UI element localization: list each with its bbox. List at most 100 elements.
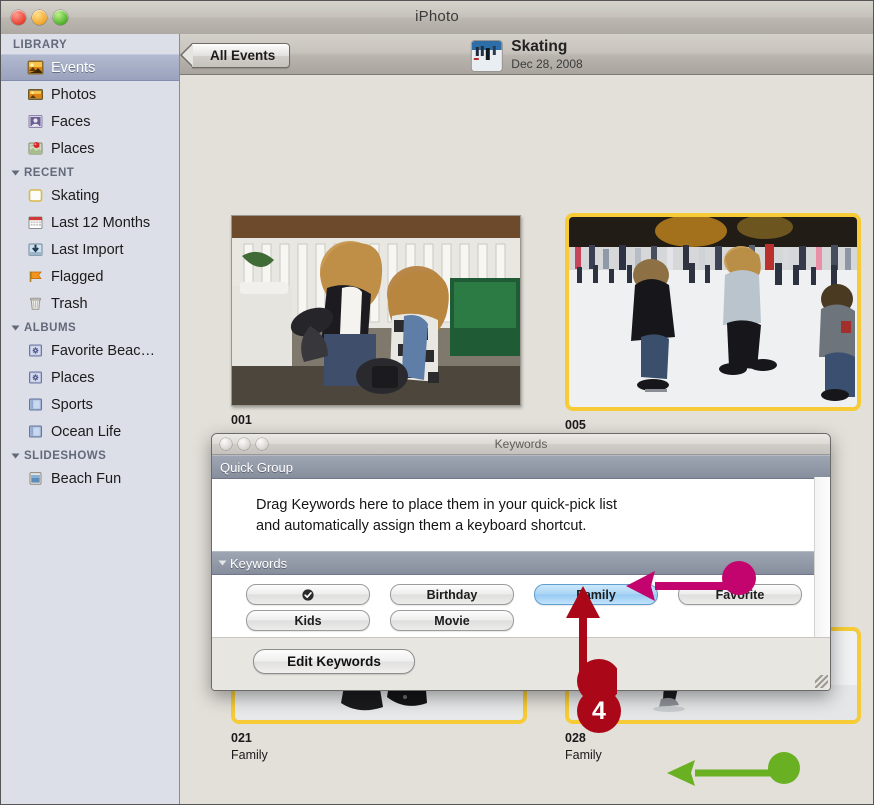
keyword-button-kids[interactable]: Kids (246, 610, 370, 631)
chevron-down-icon (11, 170, 20, 176)
keywords-dialog-title: Keywords (494, 437, 548, 451)
quick-group-instructions-line1: Drag Keywords here to place them in your… (256, 497, 618, 513)
sidebar-item-label: Favorite Beac… (51, 342, 155, 359)
sidebar-item-label: Skating (51, 187, 100, 204)
sidebar-item-trash[interactable]: Trash (1, 290, 179, 317)
photos-icon (27, 86, 44, 103)
slideshow-icon (27, 470, 44, 487)
sidebar-section-albums[interactable]: ALBUMS (1, 317, 179, 337)
sidebar-item-label: Photos (51, 86, 97, 103)
sidebar-item-sports[interactable]: Sports (1, 391, 179, 418)
sidebar-section-label: ALBUMS (24, 322, 77, 334)
chevron-down-icon (11, 325, 20, 331)
photo-number: 005 (565, 418, 586, 432)
sidebar-section-recent[interactable]: RECENT (1, 162, 179, 182)
keywords-scrollbar[interactable] (814, 477, 830, 637)
keywords-dialog-body: Quick Group Drag Keywords here to place … (212, 455, 830, 690)
keyword-label: Birthday (426, 587, 478, 602)
places-icon (27, 140, 44, 157)
photo-thumbnail[interactable] (565, 213, 861, 411)
keyword-label: Favorite (715, 587, 765, 602)
all-events-button[interactable]: All Events (179, 43, 291, 68)
calendar-icon (27, 214, 44, 231)
sidebar-item-flagged[interactable]: Flagged (1, 263, 179, 290)
iphoto-window: iPhoto LIBRARY Events Photos Faces Place… (0, 0, 874, 805)
keyword-label: Kids (294, 613, 322, 628)
photo-number: 028 (565, 731, 586, 745)
sidebar-item-label: Events (51, 59, 96, 76)
trash-icon (27, 295, 44, 312)
step-number-label: 4 (592, 696, 606, 725)
smart-album-icon (27, 342, 44, 359)
events-icon (27, 59, 44, 76)
sidebar-item-label: Trash (51, 295, 88, 312)
sidebar-item-label: Ocean Life (51, 423, 122, 440)
keywords-dialog-titlebar: Keywords (212, 434, 830, 455)
sidebar-item-events[interactable]: Events (1, 54, 179, 81)
keywords-group-label: Keywords (230, 555, 288, 571)
keywords-dialog[interactable]: Keywords Quick Group Drag Keywords here … (211, 433, 831, 691)
event-thumbnail (470, 39, 503, 72)
event-toolbar: All Events Skating Dec 28, 2008 (179, 34, 873, 75)
resize-grip[interactable] (815, 675, 828, 688)
keyword-label: Family (576, 587, 616, 602)
keyword-button-favorite[interactable]: Favorite (678, 584, 802, 605)
sidebar-item-favorite-beaches[interactable]: Favorite Beac… (1, 337, 179, 364)
photo-thumbnail[interactable] (231, 215, 521, 406)
sidebar-item-places[interactable]: Places (1, 135, 179, 162)
sidebar-item-last-12-months[interactable]: Last 12 Months (1, 209, 179, 236)
sidebar-item-skating[interactable]: Skating (1, 182, 179, 209)
import-icon (27, 241, 44, 258)
sidebar-section-library: LIBRARY (1, 34, 179, 54)
chevron-down-icon (218, 560, 227, 566)
sidebar-section-slideshows[interactable]: SLIDESHOWS (1, 445, 179, 465)
sidebar-item-photos[interactable]: Photos (1, 81, 179, 108)
sidebar-item-places-album[interactable]: Places (1, 364, 179, 391)
event-date: Dec 28, 2008 (511, 57, 583, 71)
all-events-label: All Events (210, 48, 276, 63)
step-number-badge: 4 (577, 689, 621, 733)
sidebar-item-label: Beach Fun (51, 470, 122, 487)
checkmark-icon (302, 588, 314, 601)
sidebar-item-label: Faces (51, 113, 91, 130)
flag-icon (27, 268, 44, 285)
keywords-group-header[interactable]: Keywords (212, 551, 830, 575)
quick-group-label: Quick Group (220, 459, 293, 475)
window-titlebar: iPhoto (1, 1, 873, 35)
sidebar-section-label: RECENT (24, 167, 75, 179)
photo-keyword: Family (565, 748, 602, 762)
faces-icon (27, 113, 44, 130)
library-sidebar[interactable]: LIBRARY Events Photos Faces Places RECEN… (1, 34, 180, 804)
keyword-button-movie[interactable]: Movie (390, 610, 514, 631)
sidebar-item-faces[interactable]: Faces (1, 108, 179, 135)
sidebar-section-label: SLIDESHOWS (24, 450, 107, 462)
edit-keywords-button[interactable]: Edit Keywords (253, 649, 415, 674)
event-title: Skating (511, 38, 568, 55)
keyword-label: Movie (434, 613, 470, 628)
sidebar-item-label: Places (51, 140, 95, 157)
quick-group-header[interactable]: Quick Group (212, 455, 830, 479)
sidebar-item-last-import[interactable]: Last Import (1, 236, 179, 263)
chevron-down-icon (11, 453, 20, 459)
sidebar-item-label: Last Import (51, 241, 124, 258)
keyword-button-family[interactable]: Family (534, 584, 658, 605)
window-title: iPhoto (415, 8, 459, 25)
sidebar-item-label: Sports (51, 396, 93, 413)
event-header: Skating Dec 28, 2008 (470, 38, 583, 72)
photo-number: 001 (231, 413, 252, 427)
photo-cell-005[interactable]: 005 Family (565, 213, 861, 449)
sidebar-section-label: LIBRARY (13, 39, 68, 51)
edit-keywords-label: Edit Keywords (287, 654, 381, 669)
album-icon (27, 396, 44, 413)
smart-album-icon (27, 369, 44, 386)
sidebar-item-label: Last 12 Months (51, 214, 151, 231)
keyword-button-checkmark[interactable] (246, 584, 370, 605)
quick-group-instructions-line2: and automatically assign them a keyboard… (256, 518, 587, 534)
photo-cell-001[interactable]: 001 (231, 215, 521, 430)
sidebar-item-label: Flagged (51, 268, 104, 285)
sidebar-item-beach-fun[interactable]: Beach Fun (1, 465, 179, 492)
keyword-button-birthday[interactable]: Birthday (390, 584, 514, 605)
quick-group-dropzone[interactable]: Drag Keywords here to place them in your… (212, 479, 830, 551)
sidebar-item-ocean-life[interactable]: Ocean Life (1, 418, 179, 445)
photo-number: 021 (231, 731, 252, 745)
